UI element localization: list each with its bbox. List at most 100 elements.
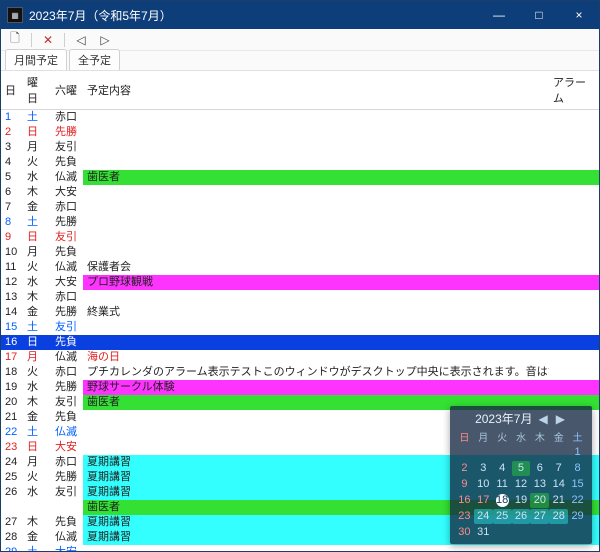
table-row[interactable]: 11火仏滅保護者会	[1, 260, 599, 275]
cell-content: 野球サークル体験	[83, 380, 549, 395]
new-document-icon[interactable]: 🗋	[7, 32, 23, 48]
cell-content	[83, 185, 549, 200]
cell-alarm	[549, 200, 599, 215]
minimize-button[interactable]: —	[479, 1, 519, 29]
table-row[interactable]: 19水先勝野球サークル体験	[1, 380, 599, 395]
table-row[interactable]: 3月友引	[1, 140, 599, 155]
table-row[interactable]: 15土友引	[1, 320, 599, 335]
mini-day-cell[interactable]: 14	[549, 477, 568, 492]
cell-rokuyou: 友引	[51, 230, 83, 245]
cell-weekday: 月	[23, 455, 51, 470]
mini-day-cell[interactable]: 15	[568, 477, 587, 492]
table-row[interactable]: 7金赤口	[1, 200, 599, 215]
table-row[interactable]: 29土大安	[1, 545, 599, 551]
mini-day-cell[interactable]: 8	[568, 461, 587, 476]
tab-monthly[interactable]: 月間予定	[5, 49, 67, 70]
mini-day-cell[interactable]: 18	[493, 493, 512, 508]
delete-icon[interactable]: ✕	[40, 32, 56, 48]
next-month-icon[interactable]: ▷	[97, 32, 113, 48]
mini-day-cell[interactable]: 5	[512, 461, 531, 476]
cell-rokuyou: 大安	[51, 185, 83, 200]
cell-content	[83, 215, 549, 230]
cell-content: 歯医者	[83, 170, 549, 185]
mini-day-cell[interactable]: 12	[512, 477, 531, 492]
mini-day-cell[interactable]: 25	[493, 509, 512, 524]
table-row[interactable]: 2日先勝	[1, 125, 599, 140]
mini-day-cell[interactable]: 24	[474, 509, 493, 524]
table-row[interactable]: 9日友引	[1, 230, 599, 245]
cell-content	[83, 335, 549, 350]
mini-day-cell[interactable]: 21	[549, 493, 568, 508]
cell-rokuyou: 先負	[51, 335, 83, 350]
mini-day-cell[interactable]: 13	[530, 477, 549, 492]
table-row[interactable]: 14金先勝終業式	[1, 305, 599, 320]
table-row[interactable]: 10月先負	[1, 245, 599, 260]
mini-prev-icon[interactable]: ◀	[536, 412, 549, 426]
cell-day: 28	[1, 530, 23, 545]
cell-alarm	[549, 110, 599, 126]
mini-day-cell[interactable]: 6	[530, 461, 549, 476]
toolbar: 🗋 ✕ ◁ ▷	[1, 29, 599, 51]
mini-day-cell[interactable]: 9	[455, 477, 474, 492]
col-rokuyou[interactable]: 六曜	[51, 71, 83, 110]
mini-next-icon[interactable]: ▶	[554, 412, 567, 426]
mini-day-cell[interactable]: 22	[568, 493, 587, 508]
mini-day-cell	[549, 445, 568, 460]
mini-day-cell[interactable]: 28	[549, 509, 568, 524]
cell-rokuyou: 先勝	[51, 305, 83, 320]
titlebar[interactable]: ▦ 2023年7月（令和5年7月） — □ ×	[1, 1, 599, 29]
cell-content	[83, 155, 549, 170]
mini-day-cell[interactable]: 3	[474, 461, 493, 476]
table-row[interactable]: 1土赤口	[1, 110, 599, 126]
table-row[interactable]: 17月仏滅海の日	[1, 350, 599, 365]
mini-day-cell	[530, 445, 549, 460]
mini-calendar[interactable]: ◀ 2023年7月 ▶ 日月火水木金土123456789101112131415…	[450, 406, 592, 544]
prev-month-icon[interactable]: ◁	[73, 32, 89, 48]
maximize-button[interactable]: □	[519, 1, 559, 29]
cell-rokuyou: 赤口	[51, 110, 83, 126]
table-row[interactable]: 13木赤口	[1, 290, 599, 305]
mini-day-cell[interactable]: 19	[512, 493, 531, 508]
table-row[interactable]: 12水大安プロ野球観戦	[1, 275, 599, 290]
cell-weekday: 金	[23, 410, 51, 425]
cell-weekday: 火	[23, 155, 51, 170]
mini-day-cell[interactable]: 16	[455, 493, 474, 508]
mini-day-cell[interactable]: 17	[474, 493, 493, 508]
cell-weekday: 月	[23, 140, 51, 155]
tab-all[interactable]: 全予定	[69, 49, 120, 70]
cell-day: 25	[1, 470, 23, 485]
table-row[interactable]: 5水仏滅歯医者	[1, 170, 599, 185]
cell-rokuyou: 仏滅	[51, 425, 83, 440]
cell-day: 7	[1, 200, 23, 215]
cell-rokuyou: 赤口	[51, 200, 83, 215]
cell-day: 5	[1, 170, 23, 185]
cell-rokuyou: 赤口	[51, 290, 83, 305]
mini-day-cell[interactable]: 20	[530, 493, 549, 508]
mini-day-cell[interactable]: 10	[474, 477, 493, 492]
table-row[interactable]: 8土先勝	[1, 215, 599, 230]
separator	[64, 33, 65, 47]
col-day[interactable]: 日	[1, 71, 23, 110]
cell-content: 海の日	[83, 350, 549, 365]
mini-day-cell[interactable]: 7	[549, 461, 568, 476]
cell-alarm	[549, 185, 599, 200]
mini-day-cell[interactable]: 27	[530, 509, 549, 524]
col-content[interactable]: 予定内容	[83, 71, 549, 110]
table-row[interactable]: 16日先負	[1, 335, 599, 350]
table-row[interactable]: 18火赤口プチカレンダのアラーム表示テストこのウィンドウがデスクトップ中央に表示…	[1, 365, 599, 380]
mini-day-cell[interactable]: 23	[455, 509, 474, 524]
mini-day-cell[interactable]: 4	[493, 461, 512, 476]
mini-day-cell[interactable]: 1	[568, 445, 587, 460]
mini-day-cell[interactable]: 31	[474, 525, 493, 540]
mini-day-cell[interactable]: 11	[493, 477, 512, 492]
col-alarm[interactable]: アラーム	[549, 71, 599, 110]
mini-day-cell[interactable]: 30	[455, 525, 474, 540]
mini-day-cell[interactable]: 2	[455, 461, 474, 476]
close-button[interactable]: ×	[559, 1, 599, 29]
col-weekday[interactable]: 曜日	[23, 71, 51, 110]
table-row[interactable]: 4火先負	[1, 155, 599, 170]
table-header-row: 日 曜日 六曜 予定内容 アラーム	[1, 71, 599, 110]
mini-day-cell[interactable]: 29	[568, 509, 587, 524]
mini-day-cell[interactable]: 26	[512, 509, 531, 524]
table-row[interactable]: 6木大安	[1, 185, 599, 200]
